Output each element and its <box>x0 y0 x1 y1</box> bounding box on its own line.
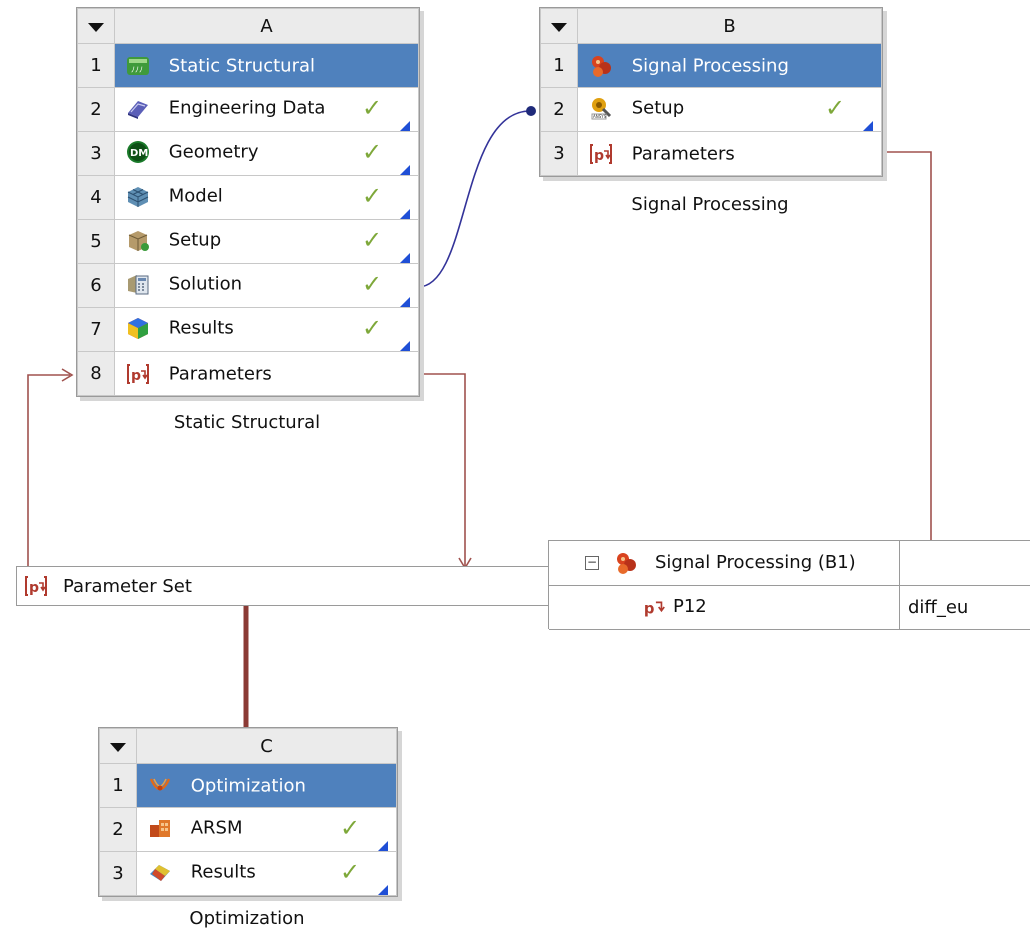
status-indicator: ✓ <box>362 313 410 351</box>
system-b-caption: Signal Processing <box>631 194 789 215</box>
checkmark-icon: ✓ <box>362 181 383 210</box>
engineering-data-icon <box>128 100 148 119</box>
checkmark-icon: ✓ <box>362 137 383 166</box>
corner-marker-icon <box>378 840 388 851</box>
status-indicator: ✓ <box>340 857 388 895</box>
status-indicator: ✓ <box>340 813 388 851</box>
system-b-signal-processing[interactable]: B 1 Signal Processing 2 ANSYS Setup ✓ 3 … <box>539 7 883 177</box>
optimization-icon <box>149 777 171 790</box>
status-indicator: ✓ <box>825 93 873 131</box>
system-b-row-2[interactable]: 2 ANSYS Setup ✓ <box>540 87 882 132</box>
parameter-set-icon: p <box>25 576 47 596</box>
dropdown-arrow-icon <box>110 742 126 752</box>
parameter-row-p12[interactable]: p P12 diff_eu <box>549 585 1030 630</box>
svg-text:ANSYS: ANSYS <box>593 114 607 119</box>
checkmark-icon: ✓ <box>362 225 383 254</box>
status-indicator: ✓ <box>362 225 410 263</box>
system-a-row-1[interactable]: 1 ﾉﾉﾉ Static Structural <box>77 43 419 88</box>
system-a-row-5[interactable]: 5 Setup ✓ <box>77 219 419 264</box>
system-c-row-3[interactable]: 3 Results ✓ <box>99 851 397 896</box>
system-c-row-1[interactable]: 1 Optimization <box>99 763 397 808</box>
parameters-icon: p <box>590 143 612 164</box>
system-c-menu-button[interactable] <box>99 728 137 764</box>
system-a-caption: Static Structural <box>173 412 321 433</box>
model-mesh-icon <box>127 186 149 207</box>
status-indicator: ✓ <box>362 93 410 131</box>
corner-marker-icon <box>400 120 410 131</box>
corner-marker-icon <box>400 252 410 263</box>
status-indicator: ✓ <box>362 181 410 219</box>
svg-text:p: p <box>131 368 141 384</box>
data-transfer-link <box>417 110 531 288</box>
svg-text:DM: DM <box>130 148 148 159</box>
geometry-dm-icon: DM <box>127 140 149 163</box>
parameter-link-from-b3 <box>882 151 932 542</box>
corner-marker-icon <box>863 120 873 131</box>
svg-text:p: p <box>644 600 655 617</box>
status-indicator: ✓ <box>362 137 410 175</box>
status-indicator: ✓ <box>362 269 410 307</box>
checkmark-icon: ✓ <box>362 269 383 298</box>
results-icon <box>128 317 148 339</box>
signal-processing-icon <box>592 55 611 77</box>
corner-marker-icon <box>378 884 388 895</box>
system-b-letter: B <box>577 8 882 44</box>
corner-marker-icon <box>400 296 410 307</box>
corner-marker-icon <box>400 208 410 219</box>
arsm-icon <box>150 819 170 837</box>
setup-ansys-icon: ANSYS <box>591 97 612 119</box>
parameter-name: P12 <box>673 596 707 617</box>
svg-text:ﾉﾉﾉ: ﾉﾉﾉ <box>131 65 143 74</box>
parameter-value[interactable]: diff_eu <box>900 585 1030 629</box>
optimization-results-icon <box>150 864 170 881</box>
svg-text:p: p <box>594 148 604 164</box>
dropdown-arrow-icon <box>88 22 104 32</box>
link-endpoint-dot <box>526 106 536 116</box>
system-a-row-4[interactable]: 4 Model ✓ <box>77 175 419 220</box>
system-c-row-2[interactable]: 2 ARSM ✓ <box>99 807 397 852</box>
solution-icon <box>128 274 149 294</box>
system-b-row-1[interactable]: 1 Signal Processing <box>540 43 882 88</box>
system-c-caption: Optimization <box>189 908 305 929</box>
svg-text:p: p <box>29 580 39 596</box>
system-a-row-8[interactable]: 8 p Parameters <box>77 351 419 396</box>
checkmark-icon: ✓ <box>825 93 846 122</box>
system-a-menu-button[interactable] <box>77 8 115 44</box>
checkmark-icon: ✓ <box>362 313 383 342</box>
dropdown-arrow-icon <box>551 22 567 32</box>
system-a-letter: A <box>114 8 419 44</box>
checkmark-icon: ✓ <box>340 857 361 886</box>
static-structural-icon: ﾉﾉﾉ <box>127 56 149 75</box>
system-a-static-structural[interactable]: A 1 ﾉﾉﾉ Static Structural 2 Engineering … <box>76 7 420 397</box>
parameter-group-value-cell <box>900 541 1030 585</box>
system-c-optimization[interactable]: C 1 Optimization 2 ARSM ✓ 3 Results ✓ <box>98 727 398 897</box>
setup-icon <box>128 230 149 251</box>
parameters-icon: p <box>127 363 149 384</box>
parameter-link-from-a8 <box>418 373 466 568</box>
parameter-table: − Signal Processing (B1) p P12 diff_eu <box>548 540 1030 630</box>
parameter-set-bar[interactable]: p Parameter Set <box>16 566 552 606</box>
output-parameter-icon: p <box>644 600 665 617</box>
parameter-group-label: Signal Processing (B1) <box>655 552 856 573</box>
parameter-group-row[interactable]: − Signal Processing (B1) <box>549 541 1030 586</box>
parameter-link-to-a8 <box>27 374 70 568</box>
checkmark-icon: ✓ <box>340 813 361 842</box>
collapse-toggle[interactable]: − <box>585 556 599 570</box>
parameter-link-arrowhead <box>61 368 74 382</box>
system-a-row-3[interactable]: 3 DM Geometry ✓ <box>77 131 419 176</box>
signal-processing-icon <box>617 553 636 574</box>
system-a-row-6[interactable]: 6 Solution ✓ <box>77 263 419 308</box>
system-b-menu-button[interactable] <box>540 8 578 44</box>
corner-marker-icon <box>400 340 410 351</box>
system-b-row-3[interactable]: 3 p Parameters <box>540 131 882 176</box>
parameter-set-label: Parameter Set <box>63 575 192 597</box>
system-a-row-7[interactable]: 7 Results ✓ <box>77 307 419 352</box>
system-c-letter: C <box>136 728 397 764</box>
checkmark-icon: ✓ <box>362 93 383 122</box>
corner-marker-icon <box>400 164 410 175</box>
system-a-row-2[interactable]: 2 Engineering Data ✓ <box>77 87 419 132</box>
